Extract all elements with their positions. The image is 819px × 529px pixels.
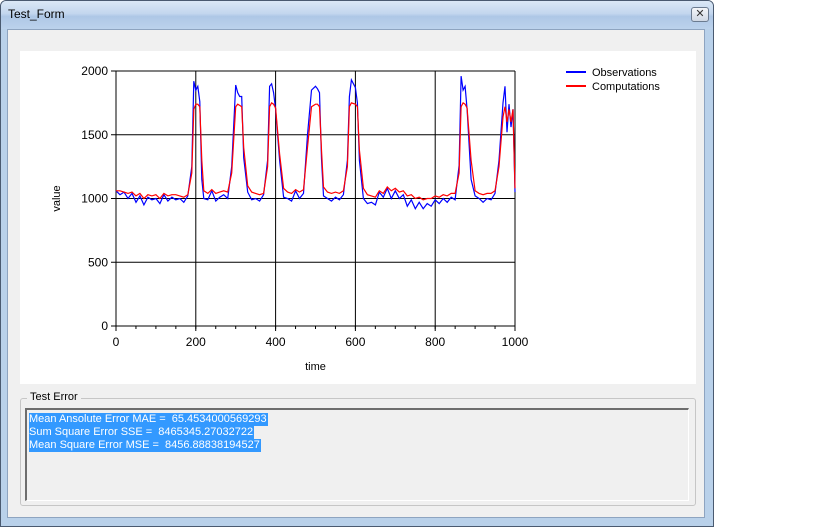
title-bar[interactable]: Test_Form ✕ [1,1,713,29]
legend-label: Computations [592,81,660,93]
window-title: Test_Form [8,7,65,21]
x-tick-label: 800 [425,335,445,349]
x-tick-label: 1000 [502,335,529,349]
series-line-observations [115,76,516,210]
mse-line: Mean Square Error MSE = 8456.88838194527 [29,439,261,452]
mae-line: Mean Ansolute Error MAE = 65.45340005692… [29,413,268,426]
sse-line: Sum Square Error SSE = 8465345.27032722 [29,426,255,439]
x-axis-label: time [305,361,326,373]
close-button[interactable]: ✕ [691,7,709,22]
y-tick-label: 500 [88,255,108,269]
test-error-group-title: Test Error [27,391,81,403]
y-axis-label: value [51,185,63,211]
line-chart: 0 500 1000 1500 2000 0 200 400 600 800 1000 time val… [51,64,660,373]
y-tick-label: 1500 [81,128,108,142]
x-tick-label: 200 [186,335,206,349]
y-tick-label: 2000 [81,64,108,78]
x-tick-label: 400 [266,335,286,349]
series-line-computations [116,102,516,201]
y-tick-label: 1000 [81,192,108,206]
chart-panel: 0 500 1000 1500 2000 0 200 400 600 800 1000 time val… [20,51,696,384]
x-tick-label: 0 [113,335,120,349]
x-tick-label: 600 [345,335,365,349]
legend-label: Observations [592,67,657,79]
test-error-textbox[interactable]: Mean Ansolute Error MAE = 65.45340005692… [25,408,689,501]
y-tick-label: 0 [101,319,108,333]
